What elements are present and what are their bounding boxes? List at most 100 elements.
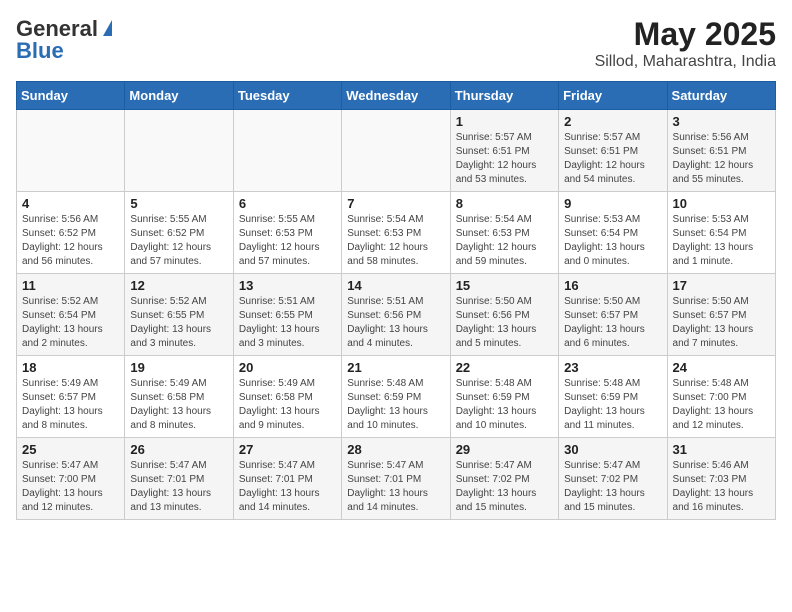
day-number: 10 [673,196,770,211]
calendar-cell [233,110,341,192]
day-info: Sunrise: 5:47 AM Sunset: 7:01 PM Dayligh… [239,459,336,515]
calendar-cell: 13Sunrise: 5:51 AM Sunset: 6:55 PM Dayli… [233,274,341,356]
calendar-cell: 12 Sunrise: 5:52 AM Sunset: 6:55 PM Dayli… [125,274,233,356]
calendar-cell: 5 Sunrise: 5:55 AM Sunset: 6:52 PM Daylig… [125,192,233,274]
calendar-cell: 30Sunrise: 5:47 AM Sunset: 7:02 PM Dayli… [559,438,667,520]
day-number: 2 [564,114,661,129]
day-number: 28 [347,442,444,457]
day-number: 26 [130,442,227,457]
day-number: 25 [22,442,119,457]
day-number: 12 [130,278,227,293]
calendar-cell: 3 Sunrise: 5:56 AM Sunset: 6:51 PM Daylig… [667,110,775,192]
day-info: Sunrise: 5:50 AM Sunset: 6:57 PM Dayligh… [564,295,661,351]
calendar-cell: 10 Sunrise: 5:53 AM Sunset: 6:54 PM Dayli… [667,192,775,274]
day-info: Sunrise: 5:56 AM Sunset: 6:51 PM Dayligh… [673,131,770,187]
calendar-cell [125,110,233,192]
calendar-cell: 19 Sunrise: 5:49 AM Sunset: 6:58 PM Dayli… [125,356,233,438]
day-info: Sunrise: 5:50 AM Sunset: 6:57 PM Dayligh… [673,295,770,351]
calendar-cell: 23 Sunrise: 5:48 AM Sunset: 6:59 PM Dayli… [559,356,667,438]
calendar-cell: 17 Sunrise: 5:50 AM Sunset: 6:57 PM Dayli… [667,274,775,356]
calendar-cell: 27 Sunrise: 5:47 AM Sunset: 7:01 PM Dayli… [233,438,341,520]
week-row-4: 18 Sunrise: 5:49 AM Sunset: 6:57 PM Dayli… [17,356,776,438]
day-number: 14 [347,278,444,293]
day-info: Sunrise: 5:51 AM Sunset: 6:56 PM Dayligh… [347,295,444,351]
day-info: Sunrise: 5:55 AM Sunset: 6:52 PM Dayligh… [130,213,227,269]
weekday-header-sunday: Sunday [17,82,125,110]
weekday-header-wednesday: Wednesday [342,82,450,110]
day-number: 16 [564,278,661,293]
day-info: Sunrise: 5:48 AM Sunset: 6:59 PM Dayligh… [456,377,553,433]
day-info: Sunrise: 5:54 AM Sunset: 6:53 PM Dayligh… [456,213,553,269]
calendar-title: May 2025 [595,16,776,53]
day-info: Sunrise: 5:57 AM Sunset: 6:51 PM Dayligh… [564,131,661,187]
calendar-cell: 15 Sunrise: 5:50 AM Sunset: 6:56 PM Dayli… [450,274,558,356]
day-info: Sunrise: 5:49 AM Sunset: 6:58 PM Dayligh… [239,377,336,433]
day-info: Sunrise: 5:49 AM Sunset: 6:57 PM Dayligh… [22,377,119,433]
day-info: Sunrise: 5:47 AM Sunset: 7:01 PM Dayligh… [130,459,227,515]
weekday-header-friday: Friday [559,82,667,110]
calendar-cell [342,110,450,192]
day-number: 4 [22,196,119,211]
day-info: Sunrise: 5:51 AM Sunset: 6:55 PM Dayligh… [239,295,336,351]
calendar-cell: 22Sunrise: 5:48 AM Sunset: 6:59 PM Dayli… [450,356,558,438]
calendar-cell: 24 Sunrise: 5:48 AM Sunset: 7:00 PM Dayli… [667,356,775,438]
week-row-1: 1 Sunrise: 5:57 AM Sunset: 6:51 PM Daylig… [17,110,776,192]
calendar-cell: 20Sunrise: 5:49 AM Sunset: 6:58 PM Dayli… [233,356,341,438]
day-number: 31 [673,442,770,457]
day-number: 5 [130,196,227,211]
calendar-subtitle: Sillod, Maharashtra, India [595,53,776,71]
calendar-cell: 9 Sunrise: 5:53 AM Sunset: 6:54 PM Daylig… [559,192,667,274]
week-row-2: 4Sunrise: 5:56 AM Sunset: 6:52 PM Daylig… [17,192,776,274]
day-number: 17 [673,278,770,293]
day-info: Sunrise: 5:48 AM Sunset: 6:59 PM Dayligh… [347,377,444,433]
day-info: Sunrise: 5:47 AM Sunset: 7:01 PM Dayligh… [347,459,444,515]
weekday-header-thursday: Thursday [450,82,558,110]
calendar-cell: 21 Sunrise: 5:48 AM Sunset: 6:59 PM Dayli… [342,356,450,438]
calendar-cell: 4Sunrise: 5:56 AM Sunset: 6:52 PM Daylig… [17,192,125,274]
day-info: Sunrise: 5:48 AM Sunset: 6:59 PM Dayligh… [564,377,661,433]
day-number: 7 [347,196,444,211]
day-number: 9 [564,196,661,211]
day-info: Sunrise: 5:49 AM Sunset: 6:58 PM Dayligh… [130,377,227,433]
day-number: 6 [239,196,336,211]
day-info: Sunrise: 5:57 AM Sunset: 6:51 PM Dayligh… [456,131,553,187]
day-number: 19 [130,360,227,375]
calendar-cell: 8 Sunrise: 5:54 AM Sunset: 6:53 PM Daylig… [450,192,558,274]
day-info: Sunrise: 5:50 AM Sunset: 6:56 PM Dayligh… [456,295,553,351]
day-info: Sunrise: 5:47 AM Sunset: 7:00 PM Dayligh… [22,459,119,515]
calendar-cell: 2 Sunrise: 5:57 AM Sunset: 6:51 PM Daylig… [559,110,667,192]
calendar-cell: 14 Sunrise: 5:51 AM Sunset: 6:56 PM Dayli… [342,274,450,356]
calendar-cell: 1 Sunrise: 5:57 AM Sunset: 6:51 PM Daylig… [450,110,558,192]
day-info: Sunrise: 5:53 AM Sunset: 6:54 PM Dayligh… [673,213,770,269]
weekday-header-saturday: Saturday [667,82,775,110]
calendar-cell [17,110,125,192]
day-info: Sunrise: 5:47 AM Sunset: 7:02 PM Dayligh… [564,459,661,515]
day-number: 15 [456,278,553,293]
day-number: 8 [456,196,553,211]
day-info: Sunrise: 5:52 AM Sunset: 6:55 PM Dayligh… [130,295,227,351]
logo-general-text: General [16,16,98,41]
page-header: General Blue May 2025 Sillod, Maharashtr… [16,16,776,71]
day-number: 3 [673,114,770,129]
day-number: 23 [564,360,661,375]
day-number: 1 [456,114,553,129]
calendar-cell: 6Sunrise: 5:55 AM Sunset: 6:53 PM Daylig… [233,192,341,274]
week-row-3: 11Sunrise: 5:52 AM Sunset: 6:54 PM Dayli… [17,274,776,356]
day-info: Sunrise: 5:48 AM Sunset: 7:00 PM Dayligh… [673,377,770,433]
day-info: Sunrise: 5:54 AM Sunset: 6:53 PM Dayligh… [347,213,444,269]
calendar-cell: 16 Sunrise: 5:50 AM Sunset: 6:57 PM Dayli… [559,274,667,356]
logo: General Blue [16,16,112,64]
day-number: 11 [22,278,119,293]
calendar-table: SundayMondayTuesdayWednesdayThursdayFrid… [16,81,776,520]
day-number: 27 [239,442,336,457]
calendar-cell: 26 Sunrise: 5:47 AM Sunset: 7:01 PM Dayli… [125,438,233,520]
day-number: 24 [673,360,770,375]
weekday-header-monday: Monday [125,82,233,110]
calendar-cell: 11Sunrise: 5:52 AM Sunset: 6:54 PM Dayli… [17,274,125,356]
day-number: 29 [456,442,553,457]
day-number: 18 [22,360,119,375]
day-info: Sunrise: 5:47 AM Sunset: 7:02 PM Dayligh… [456,459,553,515]
day-number: 21 [347,360,444,375]
day-info: Sunrise: 5:53 AM Sunset: 6:54 PM Dayligh… [564,213,661,269]
title-block: May 2025 Sillod, Maharashtra, India [595,16,776,71]
